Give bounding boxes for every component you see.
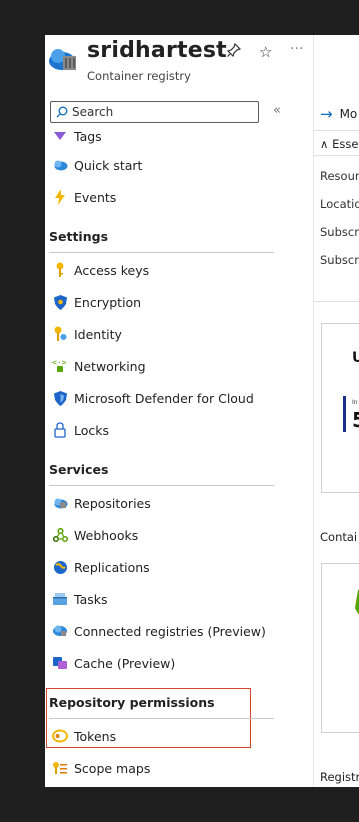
star-icon[interactable]: ☆: [259, 43, 272, 61]
portal-frame: sridhartest Container registry ☆ ··· « T…: [45, 35, 359, 787]
defender-shield-icon: [355, 589, 359, 615]
section-heading: Registr: [320, 770, 359, 784]
nav-item-label: Scope maps: [74, 760, 151, 776]
section-divider: [49, 252, 274, 253]
nav-item-tasks[interactable]: Tasks: [45, 585, 277, 613]
card-title: U: [352, 350, 359, 366]
nav-item-label: Networking: [74, 358, 146, 374]
nav-item-defender[interactable]: Microsoft Defender for Cloud: [45, 384, 277, 412]
essentials-label: Esse: [332, 137, 359, 151]
nav-item-label: Tags: [74, 128, 102, 144]
section-services: Services: [49, 462, 109, 477]
nav-item-label: Replications: [74, 559, 150, 575]
nav-item-label: Access keys: [74, 262, 150, 278]
field-label: Locatio: [320, 197, 359, 211]
more-icon[interactable]: ···: [290, 41, 303, 57]
essentials-divider: [314, 155, 359, 156]
nav-item-tokens[interactable]: Tokens: [45, 722, 277, 750]
defender-card: [321, 563, 359, 733]
nav-item-locks[interactable]: Locks: [45, 416, 277, 444]
key-icon: [51, 261, 69, 279]
nav-item-label: Quick start: [74, 157, 143, 173]
nav-item-cache[interactable]: Cache (Preview): [45, 649, 277, 677]
nav-item-label: Events: [74, 189, 117, 205]
field-label: Subscri: [320, 253, 359, 267]
section-divider: [49, 485, 274, 486]
nav-item-label: Identity: [74, 326, 122, 342]
repositories-cloud-icon: [51, 494, 69, 512]
shield-icon: [51, 293, 69, 311]
nav-item-label: Encryption: [74, 294, 142, 310]
nav-item-quick-start[interactable]: Quick start: [45, 151, 277, 179]
resource-type-label: Container registry: [87, 69, 191, 83]
field-label: Subscri: [320, 225, 359, 239]
move-button[interactable]: → Mo: [320, 105, 357, 123]
main-content-panel: → Mo ∧ Esse Resour Locatio Subscri Subsc…: [313, 35, 359, 787]
nav-item-replications[interactable]: Replications: [45, 553, 277, 581]
webhook-icon: [51, 526, 69, 544]
nav-item-identity[interactable]: Identity: [45, 320, 277, 348]
cache-icon: [51, 654, 69, 672]
card-caption: In: [352, 399, 358, 406]
nav-item-repositories[interactable]: Repositories: [45, 489, 277, 517]
chevron-up-icon: ∧: [320, 137, 333, 151]
section-divider: [314, 301, 359, 302]
nav-item-label: Microsoft Defender for Cloud: [74, 390, 254, 406]
field-label: Resour: [320, 169, 359, 183]
nav-item-label: Webhooks: [74, 527, 139, 543]
container-registry-icon: [49, 49, 76, 70]
search-input[interactable]: [72, 105, 242, 119]
tag-icon: [51, 127, 69, 145]
nav-item-label: Connected registries (Preview): [74, 623, 266, 639]
tasks-icon: [51, 590, 69, 608]
nav-item-access-keys[interactable]: Access keys: [45, 256, 277, 284]
token-icon: [51, 727, 69, 745]
essentials-toggle[interactable]: ∧ Esse: [320, 137, 358, 151]
card-value: 5: [352, 408, 359, 432]
nav-item-networking[interactable]: <·> Networking: [45, 352, 277, 380]
identity-key-icon: [51, 325, 69, 343]
resource-header: sridhartest Container registry ☆ ···: [45, 35, 359, 95]
search-icon: [56, 106, 68, 118]
page-title: sridhartest: [87, 38, 227, 63]
section-repository-permissions: Repository permissions: [49, 695, 215, 710]
connected-registry-icon: [51, 622, 69, 640]
cloud-icon: [51, 156, 69, 174]
nav-item-label: Locks: [74, 422, 110, 438]
toolbar-divider: [314, 130, 359, 131]
nav-item-encryption[interactable]: Encryption: [45, 288, 277, 316]
pin-icon[interactable]: [226, 42, 242, 61]
nav-item-tags[interactable]: Tags: [45, 122, 277, 150]
search-box[interactable]: [50, 101, 259, 123]
nav-item-label: Tasks: [74, 591, 108, 607]
move-label: Mo: [339, 107, 358, 121]
lightning-icon: [51, 188, 69, 206]
collapse-menu-icon[interactable]: «: [273, 103, 281, 118]
usage-card: U In 5: [321, 323, 359, 493]
defender-shield-icon: [51, 389, 69, 407]
card-accent-bar: [343, 396, 346, 432]
arrow-right-icon: →: [320, 105, 333, 123]
networking-icon: <·>: [51, 357, 69, 375]
nav-item-label: Tokens: [74, 728, 117, 744]
section-divider: [49, 718, 274, 719]
section-heading: Contai: [320, 530, 358, 544]
nav-item-label: Repositories: [74, 495, 151, 511]
scope-map-icon: [51, 759, 69, 777]
nav-item-label: Cache (Preview): [74, 655, 176, 671]
nav-item-scope-maps[interactable]: Scope maps: [45, 754, 277, 782]
lock-icon: [51, 421, 69, 439]
nav-item-connected-registries[interactable]: Connected registries (Preview): [45, 617, 277, 645]
svg-text:<·>: <·>: [52, 358, 67, 367]
nav-item-webhooks[interactable]: Webhooks: [45, 521, 277, 549]
section-settings: Settings: [49, 229, 109, 244]
globe-icon: [51, 558, 69, 576]
nav-item-events[interactable]: Events: [45, 183, 277, 211]
